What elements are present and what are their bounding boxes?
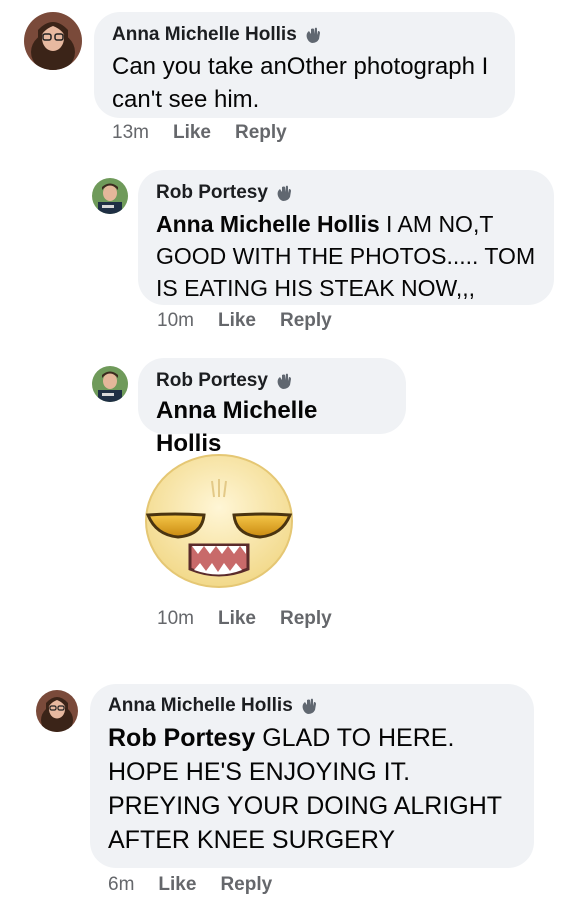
waving-hand-icon [277,373,291,389]
author-name[interactable]: Anna Michelle Hollis [108,695,293,717]
avatar[interactable] [24,12,82,70]
waving-hand-icon [302,698,316,714]
waving-hand-icon [277,185,291,201]
timestamp[interactable]: 6m [108,874,134,896]
comment-text: Rob Portesy GLAD TO HERE. HOPE HE'S ENJO… [108,724,502,854]
comment-bubble: Anna Michelle Hollis Rob Portesy GLAD TO… [90,684,534,868]
comment-bubble: Rob Portesy Anna Michelle Hollis I AM NO… [138,170,554,305]
mention-link[interactable]: Anna Michelle Hollis [156,397,317,457]
like-button[interactable]: Like [218,608,256,630]
reply-button[interactable]: Reply [280,608,332,630]
waving-hand-icon [306,27,320,43]
reply-button[interactable]: Reply [220,874,272,896]
author-name[interactable]: Rob Portesy [156,370,268,392]
comment-bubble: Anna Michelle Hollis Can you take anOthe… [94,12,515,118]
like-button[interactable]: Like [173,122,211,144]
avatar[interactable] [92,178,128,214]
avatar[interactable] [92,366,128,402]
comment-bubble: Rob Portesy Anna Michelle Hollis [138,358,406,457]
timestamp[interactable]: 10m [157,608,194,630]
reply-button[interactable]: Reply [280,310,332,332]
reply-button[interactable]: Reply [235,122,287,144]
comment-text: Anna Michelle Hollis [156,394,388,460]
comment-text: Can you take anOther photograph I can't … [112,53,489,113]
comment-actions: 10m Like Reply [157,310,332,332]
mention-link[interactable]: Anna Michelle Hollis [156,211,380,237]
mention-link[interactable]: Rob Portesy [108,724,255,752]
comment-actions: 6m Like Reply [108,874,272,896]
comment-actions: 13m Like Reply [112,122,287,144]
like-button[interactable]: Like [158,874,196,896]
like-button[interactable]: Like [218,310,256,332]
comment-text: Anna Michelle Hollis I AM NO,T GOOD WITH… [156,211,536,301]
avatar[interactable] [36,690,78,732]
smug-face-sticker[interactable] [144,453,294,589]
timestamp[interactable]: 10m [157,310,194,332]
comment-actions: 10m Like Reply [157,608,332,630]
timestamp[interactable]: 13m [112,122,149,144]
author-name[interactable]: Anna Michelle Hollis [112,24,297,46]
author-name[interactable]: Rob Portesy [156,182,268,204]
